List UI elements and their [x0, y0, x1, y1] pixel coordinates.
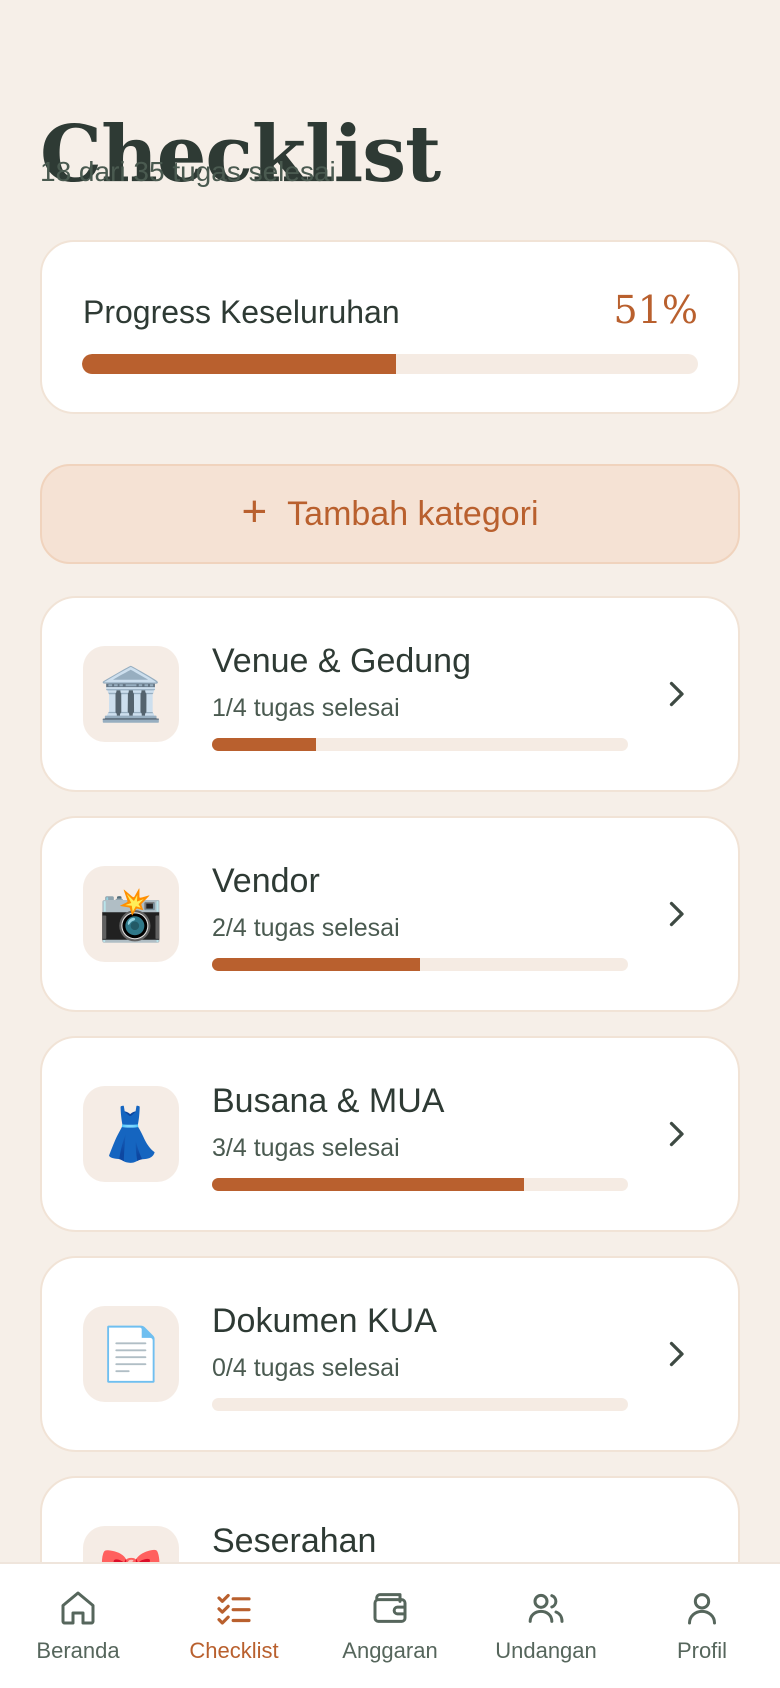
category-progress-bar	[212, 738, 628, 751]
category-progress-bar	[212, 958, 628, 971]
add-category-label: Tambah kategori	[287, 494, 539, 533]
category-status: 2/4 tugas selesai	[212, 914, 400, 942]
nav-label: Anggaran	[342, 1638, 438, 1663]
nav-item-beranda[interactable]: Beranda	[0, 1564, 156, 1688]
nav-label: Checklist	[189, 1638, 279, 1663]
category-name: Venue & Gedung	[212, 642, 472, 680]
category-card-vendor[interactable]: 📸 Vendor 2/4 tugas selesai	[40, 816, 740, 1012]
add-category-button[interactable]: + Tambah kategori	[40, 464, 740, 564]
bottom-nav: Beranda Checklist Anggaran Undangan Prof…	[0, 1562, 780, 1688]
nav-item-checklist[interactable]: Checklist	[156, 1564, 312, 1688]
camera-icon: 📸	[83, 866, 179, 962]
nav-item-profil[interactable]: Profil	[624, 1564, 780, 1688]
nav-label: Undangan	[495, 1638, 597, 1663]
wallet-icon	[373, 1593, 407, 1623]
overall-progress-fill	[82, 354, 397, 374]
overall-progress-percent: 51%	[613, 288, 698, 332]
plus-icon: +	[241, 487, 268, 536]
overall-progress-card: Progress Keseluruhan 51%	[40, 240, 740, 414]
nav-label: Profil	[676, 1638, 728, 1663]
document-icon: 📄	[83, 1306, 179, 1402]
nav-item-anggaran[interactable]: Anggaran	[312, 1564, 468, 1688]
dress-icon: 👗	[83, 1086, 179, 1182]
page-subtitle: 18 dari 35 tugas selesai	[40, 156, 336, 187]
users-icon	[528, 1593, 564, 1623]
category-card-dokumen[interactable]: 📄 Dokumen KUA 0/4 tugas selesai	[40, 1256, 740, 1452]
category-name: Vendor	[212, 862, 320, 900]
user-icon	[688, 1593, 716, 1625]
category-status: 1/4 tugas selesai	[212, 694, 400, 722]
category-name: Dokumen KUA	[212, 1302, 437, 1340]
home-icon	[61, 1591, 95, 1625]
category-name: Seserahan	[212, 1522, 377, 1560]
checklist-icon	[217, 1593, 251, 1625]
category-progress-bar	[212, 1178, 628, 1191]
chevron-right-icon	[669, 1121, 684, 1147]
category-status: 0/4 tugas selesai	[212, 1354, 400, 1382]
category-progress-bar	[212, 1398, 628, 1411]
building-icon: 🏛️	[83, 646, 179, 742]
overall-progress-label: Progress Keseluruhan	[83, 294, 400, 330]
category-status: 3/4 tugas selesai	[212, 1134, 400, 1162]
category-card-busana[interactable]: 👗 Busana & MUA 3/4 tugas selesai	[40, 1036, 740, 1232]
nav-item-undangan[interactable]: Undangan	[468, 1564, 624, 1688]
category-card-venue[interactable]: 🏛️ Venue & Gedung 1/4 tugas selesai	[40, 596, 740, 792]
nav-label: Beranda	[36, 1638, 120, 1663]
chevron-right-icon	[669, 901, 684, 927]
category-progress-fill	[212, 1178, 524, 1191]
category-progress-fill	[212, 738, 316, 751]
category-progress-fill	[212, 958, 420, 971]
category-name: Busana & MUA	[212, 1082, 445, 1120]
overall-progress-bar	[82, 354, 698, 374]
chevron-right-icon	[669, 681, 684, 707]
chevron-right-icon	[669, 1341, 684, 1367]
